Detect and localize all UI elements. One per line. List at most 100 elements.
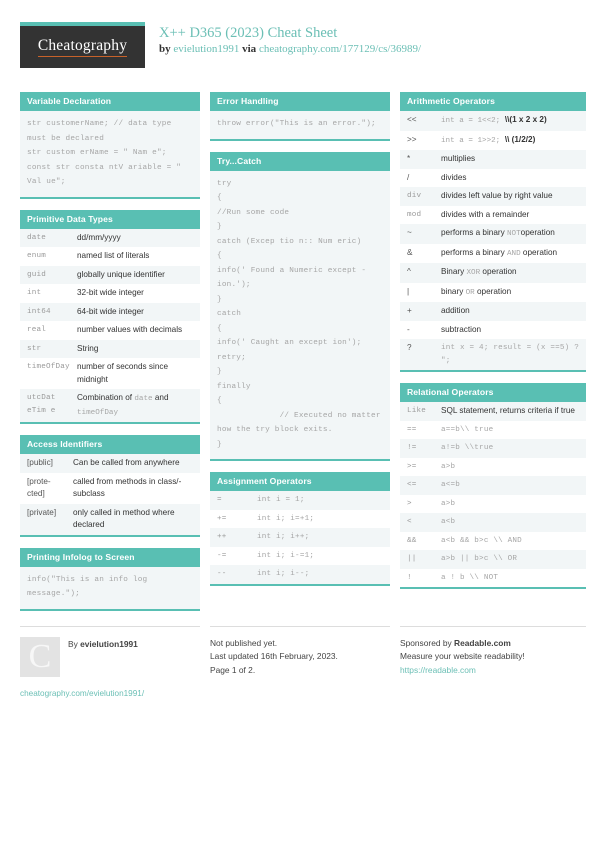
author-by-label: By — [68, 638, 81, 649]
title-block: X++ D365 (2023) Cheat Sheet by evielutio… — [159, 22, 421, 56]
table-row: ^ Binary XOR operation — [400, 263, 586, 283]
row-key: int64 — [27, 307, 51, 316]
row-key: | — [407, 286, 410, 296]
columns-container: Variable Declaration str customerName; /… — [20, 92, 586, 622]
row-key: ! — [407, 573, 412, 582]
row-value-mid: and — [152, 393, 169, 402]
row-value: a>b — [441, 499, 456, 508]
table-row: | binary OR operation — [400, 282, 586, 302]
row-value: Combination of date and timeOfDay — [77, 392, 195, 419]
card-title: Assignment Operators — [210, 472, 390, 491]
row-key: ^ — [407, 267, 411, 276]
card-try-catch: Try...Catch try { //Run some code } catc… — [210, 151, 390, 461]
row-value: a>b || b>c \\ OR — [441, 555, 518, 563]
author-link[interactable]: evielution1991 — [173, 43, 239, 55]
table-row: & performs a binary AND operation — [400, 243, 586, 263]
table-row: ~ performs a binary NOToperation — [400, 224, 586, 244]
table-row: str String — [20, 339, 200, 358]
table-row: Like SQL statement, returns criteria if … — [400, 402, 586, 421]
row-key: [private] — [27, 507, 57, 517]
row-key: += — [217, 514, 227, 523]
sponsor-credit: Sponsored by Readable.com — [400, 637, 586, 651]
error-handling-code: throw error("This is an error."); — [210, 111, 390, 139]
row-key: utcDat eTim e — [27, 394, 56, 415]
row-value: performs a binary NOToperation — [441, 227, 581, 241]
byline: by evielution1991 via cheatography.com/1… — [159, 43, 421, 56]
logo-text: Cheatography — [37, 37, 128, 57]
row-key: ++ — [217, 533, 227, 541]
row-key: < — [407, 518, 412, 526]
table-row: utcDat eTim e Combination of date and ti… — [20, 389, 200, 422]
row-key: & — [407, 247, 413, 257]
card-variable-declaration: Variable Declaration str customerName; /… — [20, 92, 200, 199]
card-relational-operators: Relational Operators Like SQL statement,… — [400, 383, 586, 589]
row-key: >= — [407, 462, 417, 471]
author-profile-link[interactable]: cheatography.com/evielution1991/ — [20, 687, 200, 701]
row-value-code-2: timeOfDay — [77, 408, 119, 417]
row-key: - — [407, 324, 410, 334]
page-header: Cheatography X++ D365 (2023) Cheat Sheet… — [20, 22, 580, 80]
card-arithmetic-operators: Arithmetic Operators << int a = 1<<2; \\… — [400, 92, 586, 372]
row-value-code: int a = 1>>2; — [441, 136, 505, 145]
table-row: mod divides with a remainder — [400, 205, 586, 224]
card-error-handling: Error Handling throw error("This is an e… — [210, 92, 390, 141]
column-3: Arithmetic Operators << int a = 1<<2; \\… — [400, 92, 586, 600]
row-key: ? — [407, 343, 412, 352]
row-value: a<b && b>c \\ AND — [441, 536, 522, 545]
cheatography-logo[interactable]: Cheatography — [20, 22, 145, 68]
row-value-suffix: operation — [520, 247, 558, 257]
row-value: SQL statement, returns criteria if true — [441, 406, 575, 415]
table-row: = int i = 1; — [210, 491, 390, 510]
row-value-suffix: operation — [474, 286, 512, 296]
row-value: named list of literals — [77, 251, 150, 260]
row-value: multiplies — [441, 154, 476, 163]
row-key: [prote-cted] — [27, 476, 51, 499]
row-value: a!=b \\true — [441, 444, 494, 452]
table-row: >= a>b — [400, 457, 586, 476]
sponsor-name: Readable.com — [454, 637, 511, 648]
footer-sponsor-block: Sponsored by Readable.com Measure your w… — [400, 625, 586, 701]
byline-via-label: via — [239, 43, 259, 55]
table-row: timeOfDay number of seconds since midnig… — [20, 358, 200, 389]
row-key: div — [407, 192, 422, 200]
table-row: int 32-bit wide integer — [20, 284, 200, 303]
row-value: performs a binary AND operation — [441, 247, 581, 261]
row-value: addition — [441, 306, 470, 315]
source-url-link[interactable]: cheatography.com/177129/cs/36989/ — [259, 43, 421, 55]
table-row: > a>b — [400, 494, 586, 513]
row-value: int i; i--; — [257, 570, 310, 578]
publish-status: Not published yet. — [210, 637, 278, 648]
row-value: binary OR operation — [441, 286, 581, 300]
row-value: int a = 1>>2; \\ (1/2/2) — [441, 134, 581, 148]
row-key: mod — [407, 210, 422, 219]
row-value: int i; i=+1; — [257, 514, 315, 523]
table-row: * multiplies — [400, 150, 586, 169]
row-key: << — [407, 115, 417, 124]
row-key: str — [27, 344, 42, 353]
card-title: Access Identifiers — [20, 435, 200, 454]
row-value-code: int a = 1<<2; — [441, 117, 505, 125]
page-footer: C By evielution1991 cheatography.com/evi… — [20, 625, 586, 701]
row-key: guid — [27, 270, 47, 279]
row-value-prefix: Binary — [441, 267, 467, 276]
table-row: [prote-cted] called from methods in clas… — [20, 472, 200, 504]
table-row: + addition — [400, 302, 586, 321]
variable-declaration-code: str customerName; // data type must be d… — [20, 111, 200, 197]
row-value: int i; i++; — [257, 533, 310, 541]
row-value: int x = 4; result = (x ==5) ? "; — [441, 344, 579, 365]
sponsor-url-link[interactable]: https://readable.com — [400, 664, 586, 678]
row-value: dd/mm/yyyy — [77, 232, 121, 242]
row-value-code: NOT — [506, 230, 521, 238]
row-value: subtraction — [441, 324, 482, 334]
row-value-suffix: operation — [480, 267, 517, 276]
row-value: int i = 1; — [257, 496, 305, 504]
row-key: <= — [407, 481, 417, 489]
table-row: <= a<=b — [400, 476, 586, 495]
row-value: a>b — [441, 462, 456, 471]
row-value: 64-bit wide integer — [77, 306, 144, 316]
card-title: Relational Operators — [400, 383, 586, 402]
row-value-suffix: operation — [520, 228, 555, 237]
row-value-code: AND — [506, 249, 521, 258]
table-row: == a==b\\ true — [400, 420, 586, 439]
row-value: a ! b \\ NOT — [441, 573, 499, 582]
